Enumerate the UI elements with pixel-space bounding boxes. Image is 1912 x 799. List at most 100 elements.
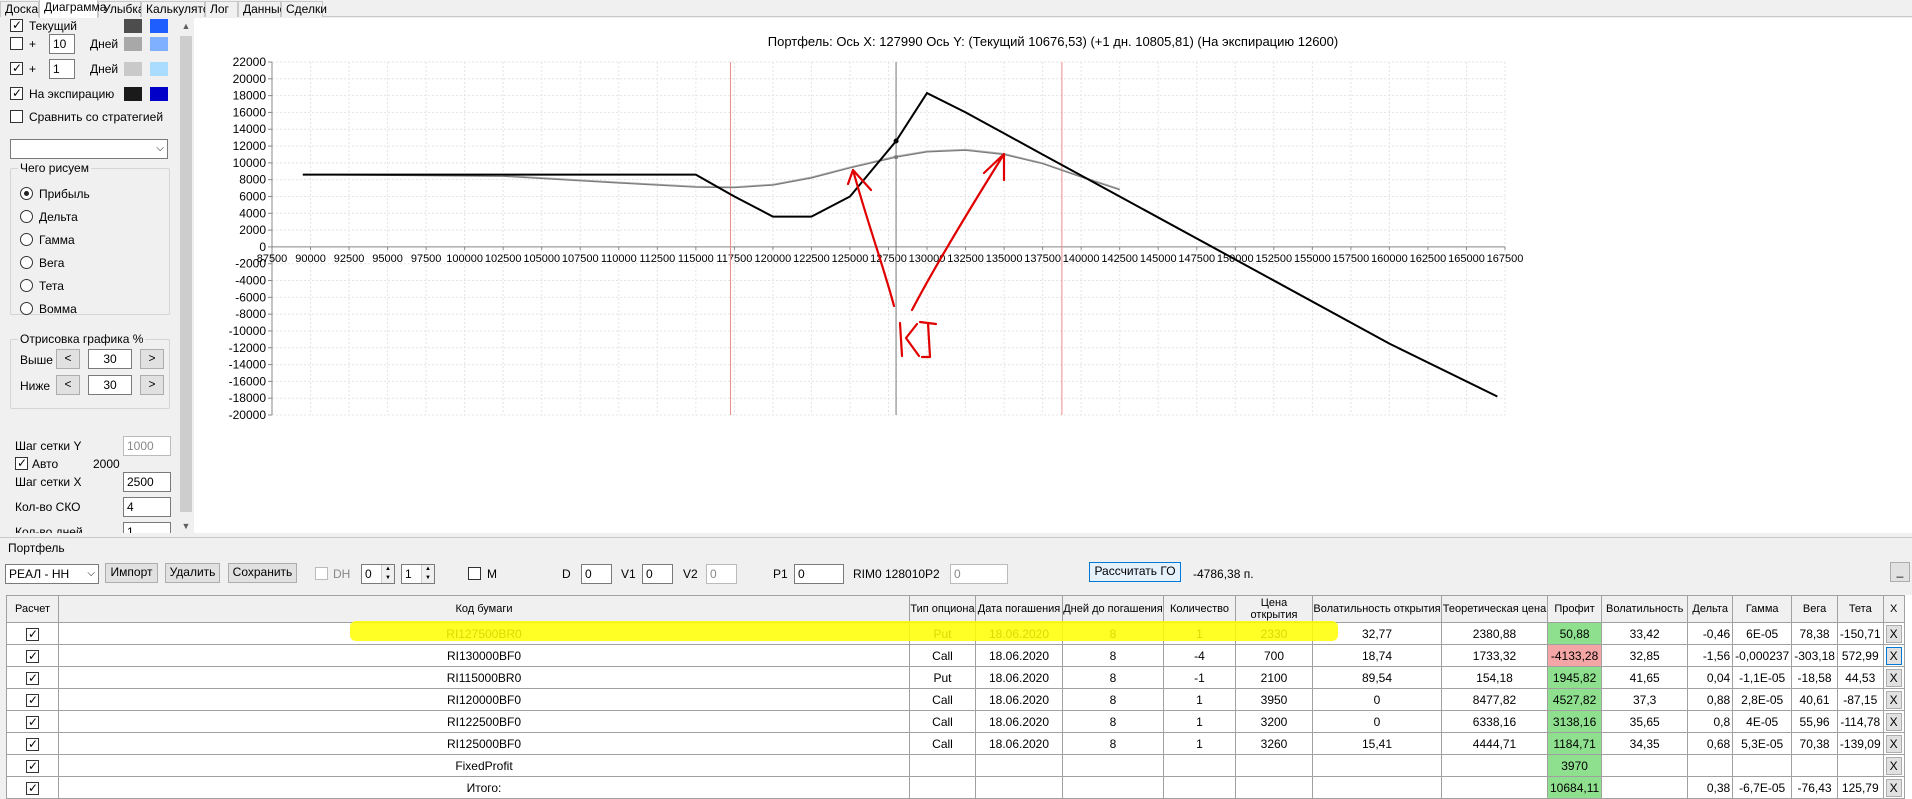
col-header-gamma[interactable]: Гамма	[1732, 595, 1793, 623]
col-header-expiry[interactable]: Дата погашения	[975, 595, 1063, 623]
table-cell[interactable]: 0	[1312, 688, 1442, 711]
row-calc-checkbox[interactable]	[26, 626, 39, 642]
remove-row-button[interactable]: X	[1885, 690, 1902, 709]
table-cell[interactable]	[1062, 754, 1164, 777]
table-cell[interactable]: 8	[1062, 666, 1164, 689]
below-increase-button[interactable]: >	[140, 375, 164, 395]
table-cell[interactable]: 8	[1062, 710, 1164, 733]
table-cell[interactable]	[1601, 754, 1689, 777]
table-cell[interactable]	[1163, 754, 1236, 777]
row-remove-cell[interactable]: X	[1882, 666, 1905, 689]
radio-delta[interactable]	[20, 210, 33, 223]
table-cell[interactable]: 18.06.2020	[975, 644, 1063, 667]
dh-checkbox[interactable]	[315, 567, 328, 580]
col-header-code[interactable]: Код бумаги	[58, 595, 910, 623]
import-button[interactable]: Импорт	[105, 563, 158, 583]
table-cell[interactable]: Итого:	[58, 776, 910, 799]
remove-row-button[interactable]: X	[1885, 712, 1902, 731]
table-cell[interactable]: RI115000BR0	[58, 666, 910, 689]
table-cell[interactable]: 1	[1163, 622, 1236, 645]
profit-cell[interactable]: 50,88	[1546, 622, 1603, 645]
table-cell[interactable]: Call	[909, 732, 976, 755]
days2-color-a[interactable]	[124, 62, 142, 76]
table-cell[interactable]: 40,61	[1791, 688, 1838, 711]
table-cell[interactable]: -18,58	[1791, 666, 1838, 689]
scroll-thumb[interactable]	[180, 36, 192, 512]
row-calc-checkbox-cell[interactable]	[6, 732, 59, 755]
row-calc-checkbox[interactable]	[26, 758, 39, 774]
table-cell[interactable]	[909, 754, 976, 777]
days1-input[interactable]: 10	[49, 34, 75, 54]
table-cell[interactable]: 0,04	[1687, 666, 1734, 689]
days2-input[interactable]: 1	[49, 59, 75, 79]
days1-color-a[interactable]	[124, 37, 142, 51]
table-cell[interactable]: Call	[909, 688, 976, 711]
above-decrease-button[interactable]: <	[56, 349, 80, 369]
table-cell[interactable]: 0,38	[1687, 776, 1734, 799]
table-cell[interactable]: 0,68	[1687, 732, 1734, 755]
table-cell[interactable]: 3200	[1235, 710, 1313, 733]
remove-row-button[interactable]: X	[1885, 734, 1902, 753]
table-cell[interactable]: 78,38	[1791, 622, 1838, 645]
remove-row-button[interactable]: X	[1885, 778, 1902, 797]
row-calc-checkbox-cell[interactable]	[6, 776, 59, 799]
table-row[interactable]: RI130000BF0Call18.06.20208-470018,741733…	[6, 644, 1905, 667]
table-cell[interactable]: 154,18	[1441, 666, 1548, 689]
table-cell[interactable]	[1836, 754, 1884, 777]
table-cell[interactable]: 55,96	[1791, 710, 1838, 733]
dh-spin1[interactable]: 0 ▲ ▼	[361, 564, 395, 584]
table-cell[interactable]: 125,79	[1836, 776, 1884, 799]
col-header-days[interactable]: Дней до погашения	[1062, 595, 1164, 623]
table-cell[interactable]: 6E-05	[1732, 622, 1793, 645]
row-calc-checkbox[interactable]	[26, 780, 39, 796]
table-row[interactable]: RI120000BF0Call18.06.202081395008477,824…	[6, 688, 1905, 711]
row-remove-cell[interactable]: X	[1882, 710, 1905, 733]
table-cell[interactable]: RI130000BF0	[58, 644, 910, 667]
table-cell[interactable]: RI122500BF0	[58, 710, 910, 733]
expiry-color-b[interactable]	[150, 87, 168, 101]
compare-checkbox[interactable]	[10, 110, 23, 123]
table-cell[interactable]: 41,65	[1601, 666, 1689, 689]
table-cell[interactable]: 2330	[1235, 622, 1313, 645]
remove-row-button[interactable]: X	[1885, 646, 1902, 665]
table-cell[interactable]	[1235, 754, 1313, 777]
above-increase-button[interactable]: >	[140, 349, 164, 369]
row-calc-checkbox[interactable]	[26, 648, 39, 664]
table-cell[interactable]: 8	[1062, 732, 1164, 755]
table-cell[interactable]: 0,88	[1687, 688, 1734, 711]
minimize-button[interactable]: _	[1890, 562, 1910, 582]
table-cell[interactable]: 18.06.2020	[975, 732, 1063, 755]
v1-input[interactable]: 0	[642, 564, 673, 584]
remove-row-button[interactable]: X	[1885, 668, 1902, 687]
grid-y-input[interactable]: 1000	[123, 436, 171, 456]
table-cell[interactable]	[1687, 754, 1734, 777]
table-cell[interactable]	[1062, 776, 1164, 799]
table-cell[interactable]: 89,54	[1312, 666, 1442, 689]
table-cell[interactable]: -150,71	[1836, 622, 1884, 645]
table-cell[interactable]: 4444,71	[1441, 732, 1548, 755]
col-header-open-price[interactable]: Цена открытия	[1235, 595, 1313, 623]
dh-spin2[interactable]: 1 ▲ ▼	[401, 564, 435, 584]
col-header-vega[interactable]: Вега	[1791, 595, 1838, 623]
table-cell[interactable]: -303,18	[1791, 644, 1838, 667]
profit-cell[interactable]: 1184,71	[1546, 732, 1603, 755]
table-cell[interactable]	[1441, 776, 1548, 799]
table-cell[interactable]: -6,7E-05	[1732, 776, 1793, 799]
table-cell[interactable]: 37,3	[1601, 688, 1689, 711]
spin-arrows-icon[interactable]: ▲ ▼	[381, 565, 394, 583]
table-cell[interactable]: RI127500BR0	[58, 622, 910, 645]
table-cell[interactable]: -0,000237	[1732, 644, 1793, 667]
table-cell[interactable]: 2380,88	[1441, 622, 1548, 645]
current-color-a[interactable]	[124, 19, 142, 33]
row-remove-cell[interactable]: X	[1882, 622, 1905, 645]
remove-row-button[interactable]: X	[1885, 756, 1902, 775]
expiry-checkbox[interactable]	[10, 85, 23, 101]
days2-color-b[interactable]	[150, 62, 168, 76]
table-cell[interactable]: RI120000BF0	[58, 688, 910, 711]
row-remove-cell[interactable]: X	[1882, 732, 1905, 755]
col-header-open-vol[interactable]: Волатильность открытия	[1312, 595, 1442, 623]
table-cell[interactable]: 1733,32	[1441, 644, 1548, 667]
days-count-input[interactable]: 1	[123, 522, 171, 533]
col-header-theta[interactable]: Тета	[1836, 595, 1884, 623]
table-cell[interactable]: -87,15	[1836, 688, 1884, 711]
